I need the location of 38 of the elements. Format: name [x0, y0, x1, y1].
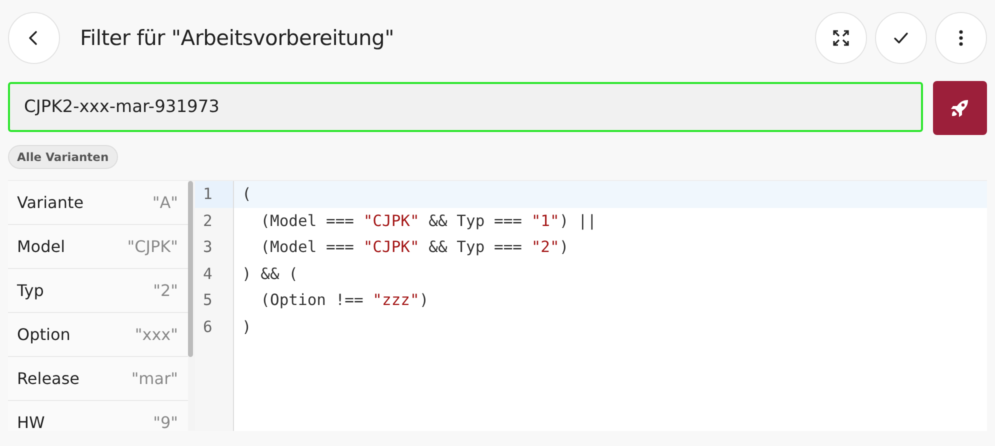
scrollbar-thumb[interactable] — [188, 181, 193, 357]
variable-name: Release — [17, 369, 80, 388]
code-editor[interactable]: 1 ( 2 (Model === "CJPK" && Typ === "1") || 3 (Model === "CJPK" && Typ === "2") 4 ) && ( 5 (Option !== "zzz") 6 ) — [195, 181, 987, 431]
code-line: ) && ( — [241, 264, 299, 285]
variable-row[interactable]: Release "mar" — [8, 357, 188, 401]
code-line: (Model === "CJPK" && Typ === "2") — [260, 237, 570, 258]
search-field[interactable]: CJPK2-xxx-mar-931973 — [8, 82, 923, 132]
variable-value: "mar" — [131, 369, 178, 388]
expand-icon — [833, 30, 849, 46]
variable-row[interactable]: Typ "2" — [8, 269, 188, 313]
variable-value: "xxx" — [134, 325, 178, 344]
variable-row[interactable]: Variante "A" — [8, 181, 188, 225]
rocket-icon — [950, 98, 970, 118]
run-button[interactable] — [933, 81, 987, 135]
page-title: Filter für "Arbeitsvorbereitung" — [80, 26, 394, 50]
variable-value: "CJPK" — [127, 237, 178, 256]
filter-chip[interactable]: Alle Varianten — [8, 145, 118, 169]
check-icon — [893, 30, 909, 46]
expand-button[interactable] — [815, 12, 867, 64]
code-line: ) — [241, 316, 252, 338]
more-button[interactable] — [935, 12, 987, 64]
variable-row[interactable]: Option "xxx" — [8, 313, 188, 357]
variable-value: "A" — [152, 193, 178, 212]
variable-name: HW — [17, 413, 45, 431]
variable-name: Variante — [17, 193, 84, 212]
code-line: (Model === "CJPK" && Typ === "1") || — [260, 210, 598, 232]
variable-row[interactable]: Model "CJPK" — [8, 225, 188, 269]
confirm-button[interactable] — [875, 12, 927, 64]
variable-value: "2" — [153, 281, 178, 300]
more-icon — [959, 30, 963, 46]
variable-name: Model — [17, 237, 66, 256]
variable-name: Option — [17, 325, 70, 344]
line-number: 1 — [195, 181, 234, 208]
variable-value: "9" — [153, 413, 178, 431]
variable-name: Typ — [17, 281, 44, 300]
code-line: (Option !== "zzz") — [260, 290, 430, 312]
variable-row[interactable]: HW "9" — [8, 401, 188, 431]
back-button[interactable] — [8, 12, 60, 64]
